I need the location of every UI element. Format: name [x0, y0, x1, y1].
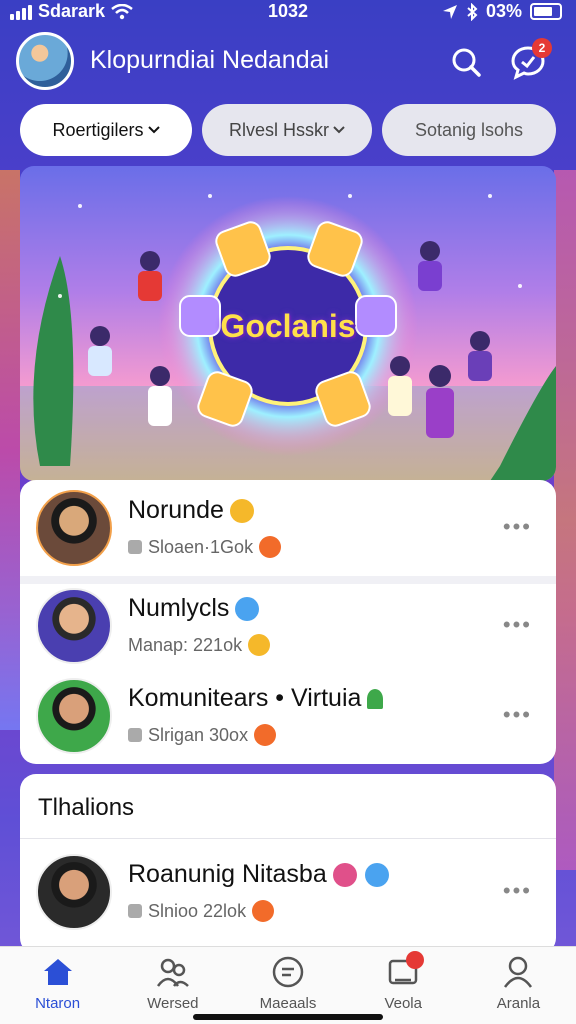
filter-chip-1[interactable]: Roertigilers: [20, 104, 192, 156]
fire-emoji-icon: [254, 724, 277, 746]
list-item-name: Norunde: [128, 496, 254, 525]
avatar: [36, 490, 112, 566]
battery-percent: 03%: [485, 1, 522, 21]
tag-icon: [128, 904, 142, 918]
right-edge-glow: [554, 170, 576, 870]
nav-profile-label: Aranla: [496, 995, 541, 1012]
featured-banner[interactable]: Goclanis: [20, 166, 556, 481]
more-options-icon[interactable]: •••: [503, 878, 532, 904]
list-item[interactable]: Roanunig Nitasba Slnioo 22lok •••: [20, 844, 556, 940]
star-emoji-icon: [229, 499, 254, 524]
filter-chip-label: Rlvesl Hsskr: [228, 119, 329, 140]
filter-chip-2[interactable]: Rlvesl Hsskr: [202, 104, 372, 156]
nav-messages-label: Maeaals: [259, 995, 317, 1012]
heart-emoji-icon: [332, 863, 357, 888]
filter-bar: Roertigilers Rlvesl Hsskr Sotanig lsohs: [20, 104, 556, 156]
list-item-meta: Slnioo 22lok: [128, 900, 275, 922]
status-bar: Sdarark 1032 03%: [0, 0, 576, 28]
suggestions-card: Norunde Sloaen·1Gok ••• Numlycls Manap: …: [20, 480, 556, 764]
messages-button[interactable]: 2: [508, 38, 552, 82]
tag-icon: [128, 540, 142, 554]
search-icon: [452, 48, 481, 77]
filter-chip-label: Sotanig lsohs: [414, 119, 524, 140]
list-item[interactable]: Komunitears • Virtuia Slrigan 30ox •••: [20, 668, 556, 764]
home-indicator: [193, 1014, 383, 1020]
nav-badge: [406, 951, 425, 969]
plant-emoji-icon: [367, 689, 384, 710]
tag-icon: [128, 728, 142, 742]
list-item[interactable]: Numlycls Manap: 221ok •••: [20, 578, 556, 674]
list-item-name: Numlycls: [128, 594, 260, 623]
location-icon: [442, 4, 457, 19]
list-item-meta: Manap: 221ok: [128, 634, 271, 656]
list-item[interactable]: Norunde Sloaen·1Gok •••: [20, 480, 556, 576]
user-avatar[interactable]: [16, 32, 74, 90]
status-right: 03%: [442, 1, 562, 22]
banner-title: Goclanis: [220, 308, 356, 344]
fire-emoji-icon: [252, 900, 275, 922]
nav-home-label: Ntaron: [35, 995, 81, 1012]
fire-emoji-icon: [259, 536, 282, 558]
avatar: [36, 588, 112, 664]
home-icon: [41, 955, 75, 989]
notification-badge: 2: [532, 38, 552, 58]
app-title: Klopurndiai Nedandai: [90, 46, 330, 74]
profile-icon: [501, 955, 535, 989]
more-options-icon[interactable]: •••: [503, 514, 532, 540]
section-card: Tlhalions Roanunig Nitasba Slnioo 22lok …: [20, 774, 556, 954]
nav-home[interactable]: Ntaron: [0, 947, 115, 1024]
chevron-down-icon: [147, 126, 160, 134]
battery-icon: [530, 3, 562, 20]
nav-friends-label: Wersed: [147, 995, 199, 1012]
more-options-icon[interactable]: •••: [503, 612, 532, 638]
filter-chip-label: Roertigilers: [52, 119, 144, 140]
list-item-meta: Sloaen·1Gok: [128, 536, 282, 558]
section-title: Tlhalions: [38, 794, 135, 821]
chevron-down-icon: [333, 126, 345, 134]
bottom-navigation: Ntaron Wersed Maeaals Veola Aranla: [0, 946, 576, 1024]
nav-profile[interactable]: Aranla: [461, 947, 576, 1024]
left-edge-glow: [0, 170, 20, 730]
nav-video-label: Veola: [384, 995, 422, 1012]
video-icon: [386, 951, 425, 989]
friends-icon: [156, 955, 190, 989]
nav-friends[interactable]: Wersed: [115, 947, 230, 1024]
app-header: Klopurndiai Nedandai 2: [0, 32, 576, 92]
avatar: [36, 854, 112, 930]
gem-emoji-icon: [364, 863, 389, 888]
bluetooth-icon: [467, 2, 478, 21]
nav-video[interactable]: Veola: [346, 947, 461, 1024]
gem-emoji-icon: [235, 597, 260, 622]
chat-icon: [271, 955, 305, 989]
more-options-icon[interactable]: •••: [503, 702, 532, 728]
filter-chip-3[interactable]: Sotanig lsohs: [382, 104, 556, 156]
list-item-meta: Slrigan 30ox: [128, 724, 277, 746]
nav-messages[interactable]: Maeaals: [230, 947, 345, 1024]
avatar: [36, 678, 112, 754]
list-item-name: Roanunig Nitasba: [128, 860, 389, 889]
list-item-name: Komunitears • Virtuia: [128, 684, 384, 713]
search-button[interactable]: [446, 42, 486, 82]
divider: [20, 838, 556, 839]
smile-emoji-icon: [248, 634, 271, 656]
